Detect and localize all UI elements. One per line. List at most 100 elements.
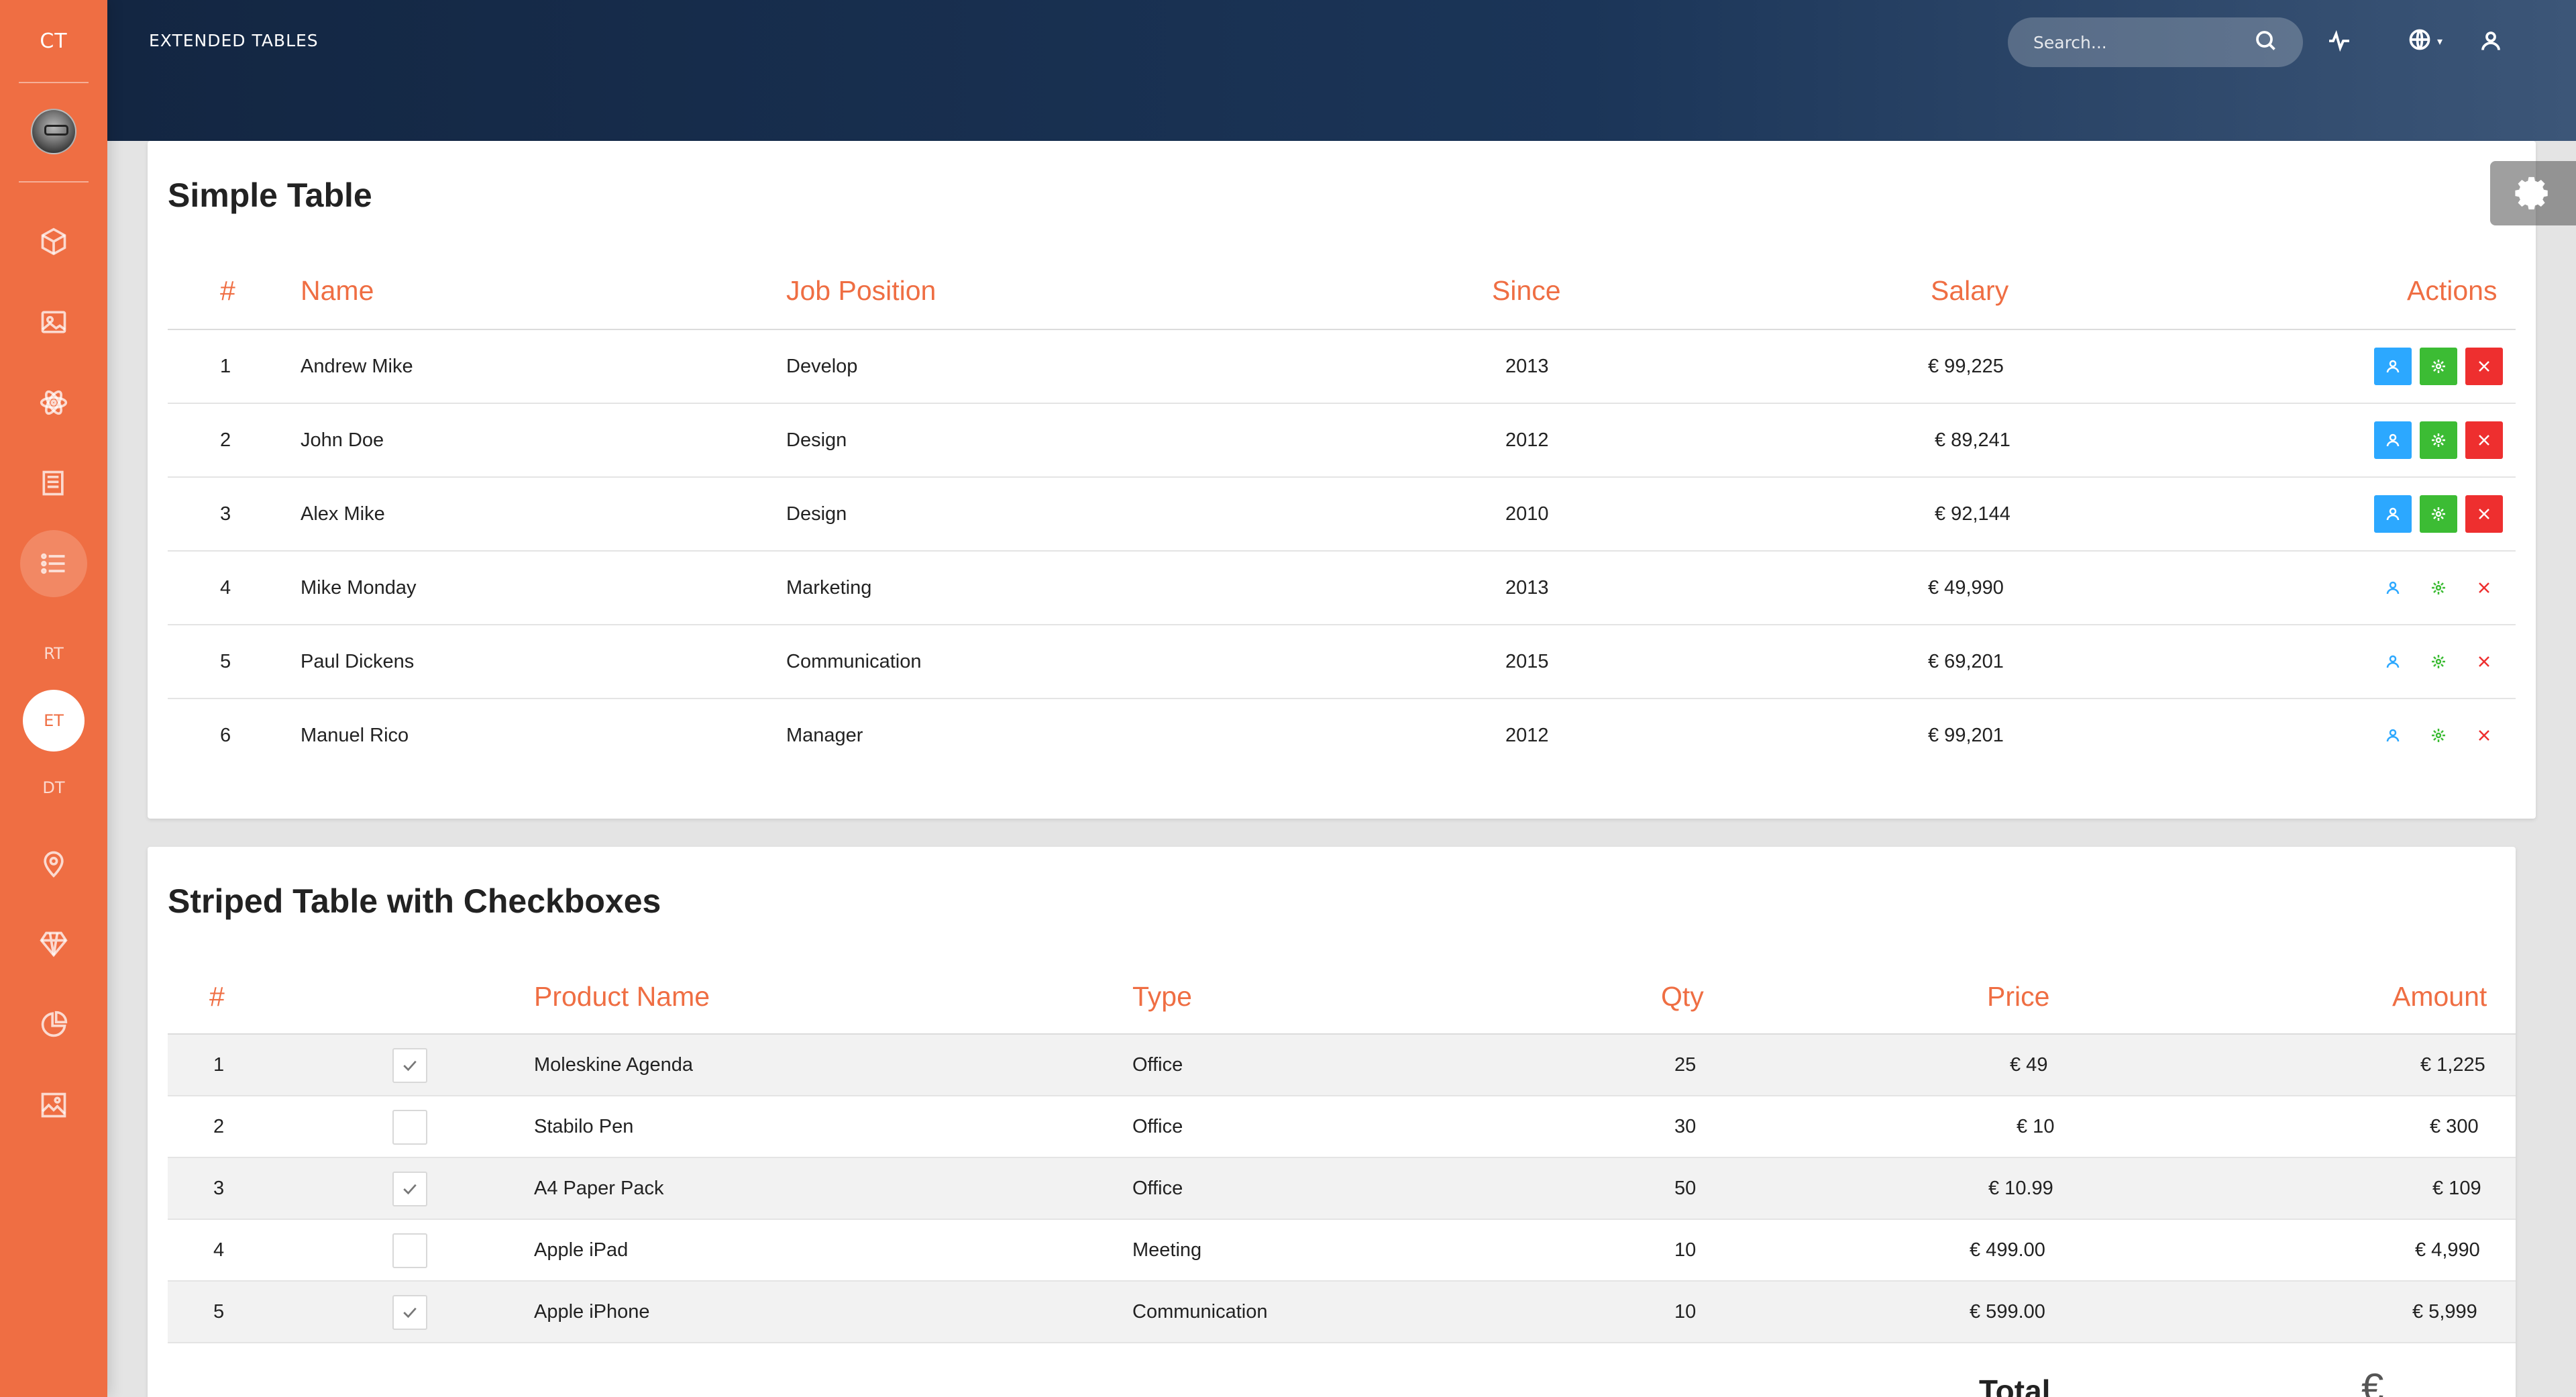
table-row: 4 Mike Monday Marketing 2013 € 49,990 xyxy=(168,552,2516,625)
edit-button[interactable] xyxy=(2420,348,2457,385)
col-header-qty: Qty xyxy=(1661,981,1704,1012)
user-icon xyxy=(2386,655,2400,668)
cell-id: 1 xyxy=(213,1054,225,1076)
list-icon[interactable] xyxy=(20,530,87,597)
table-row: 2 Stabilo Pen Office 30 € 10 € 300 xyxy=(168,1096,2516,1158)
cell-job: Design xyxy=(786,429,847,451)
view-user-button[interactable] xyxy=(2374,643,2412,680)
sidebar-subitem-dt[interactable]: DT xyxy=(0,778,107,797)
cell-product: Stabilo Pen xyxy=(534,1116,634,1137)
cell-qty: 10 xyxy=(1674,1301,1697,1323)
box-icon[interactable] xyxy=(30,218,77,265)
edit-button[interactable] xyxy=(2420,421,2457,459)
search-icon[interactable] xyxy=(2253,28,2277,56)
table-row: 5 Paul Dickens Communication 2015 € 69,2… xyxy=(168,625,2516,699)
simple-table-title: Simple Table xyxy=(168,176,372,214)
col-header-actions: Actions xyxy=(2407,275,2498,306)
diamond-icon[interactable] xyxy=(30,921,77,968)
user-icon[interactable] xyxy=(2474,24,2508,58)
user-icon xyxy=(2386,433,2400,447)
cell-price: € 499.00 xyxy=(1970,1239,2045,1261)
activity-icon[interactable] xyxy=(2322,24,2356,58)
sidebar-divider xyxy=(19,82,89,83)
cell-amount: € 300 xyxy=(2430,1116,2479,1137)
sidebar-logo[interactable]: CT xyxy=(0,0,107,82)
col-header-amount: Amount xyxy=(2392,981,2487,1012)
cell-name: Mike Monday xyxy=(301,577,417,599)
cell-price: € 599.00 xyxy=(1970,1301,2045,1323)
cell-type: Communication xyxy=(1132,1301,1268,1323)
cell-id: 1 xyxy=(220,356,231,377)
cell-qty: 50 xyxy=(1674,1178,1697,1199)
edit-button[interactable] xyxy=(2420,643,2457,680)
delete-button[interactable] xyxy=(2465,495,2503,533)
cell-type: Office xyxy=(1132,1116,1183,1137)
col-header-id: # xyxy=(220,275,235,306)
cell-since: 2012 xyxy=(1505,429,1549,451)
view-user-button[interactable] xyxy=(2374,495,2412,533)
close-icon xyxy=(2479,582,2489,593)
col-header-id: # xyxy=(209,981,225,1012)
row-checkbox[interactable] xyxy=(392,1233,427,1268)
gallery-icon[interactable] xyxy=(30,1082,77,1129)
cell-amount: € 4,990 xyxy=(2415,1239,2480,1261)
edit-button[interactable] xyxy=(2420,495,2457,533)
delete-button[interactable] xyxy=(2465,643,2503,680)
row-checkbox[interactable] xyxy=(392,1172,427,1206)
col-header-price: Price xyxy=(1987,981,2050,1012)
cell-product: Moleskine Agenda xyxy=(534,1054,693,1076)
sidebar-subitem-rt[interactable]: RT xyxy=(0,644,107,663)
striped-table-card: Striped Table with Checkboxes # Product … xyxy=(148,847,2516,1397)
cell-job: Marketing xyxy=(786,577,872,599)
col-header-type: Type xyxy=(1132,981,1192,1012)
document-icon[interactable] xyxy=(30,460,77,507)
table-row: 3 A4 Paper Pack Office 50 € 10.99 € 109 xyxy=(168,1158,2516,1220)
sidebar-subitem-et[interactable]: ET xyxy=(23,690,85,752)
globe-dropdown[interactable]: ▾ xyxy=(2402,24,2449,58)
cell-id: 3 xyxy=(213,1178,225,1199)
table-row: 5 Apple iPhone Communication 10 € 599.00… xyxy=(168,1282,2516,1343)
cell-id: 2 xyxy=(213,1116,225,1137)
row-checkbox[interactable] xyxy=(392,1110,427,1145)
cell-salary: € 69,201 xyxy=(1928,651,2004,672)
edit-icon xyxy=(2432,507,2445,521)
location-pin-icon[interactable] xyxy=(30,840,77,887)
pie-chart-icon[interactable] xyxy=(30,1001,77,1048)
cell-type: Meeting xyxy=(1132,1239,1202,1261)
cell-qty: 25 xyxy=(1674,1054,1697,1076)
close-icon xyxy=(2479,730,2489,741)
view-user-button[interactable] xyxy=(2374,348,2412,385)
edit-button[interactable] xyxy=(2420,569,2457,607)
sidebar-divider xyxy=(19,181,89,183)
user-avatar[interactable] xyxy=(31,109,76,154)
cell-id: 2 xyxy=(220,429,231,451)
edit-button[interactable] xyxy=(2420,717,2457,754)
delete-button[interactable] xyxy=(2465,348,2503,385)
cell-product: A4 Paper Pack xyxy=(534,1178,664,1199)
cell-job: Design xyxy=(786,503,847,525)
view-user-button[interactable] xyxy=(2374,569,2412,607)
search-placeholder: Search... xyxy=(2033,32,2107,52)
cell-id: 6 xyxy=(220,725,231,746)
view-user-button[interactable] xyxy=(2374,421,2412,459)
search-input[interactable]: Search... xyxy=(2008,17,2303,67)
check-icon xyxy=(403,1184,417,1195)
row-checkbox[interactable] xyxy=(392,1295,427,1330)
delete-button[interactable] xyxy=(2465,569,2503,607)
atom-icon[interactable] xyxy=(30,379,77,426)
cell-id: 5 xyxy=(220,651,231,672)
close-icon xyxy=(2479,361,2489,372)
image-icon[interactable] xyxy=(30,299,77,346)
page-title: EXTENDED TABLES xyxy=(149,31,319,50)
row-checkbox[interactable] xyxy=(392,1048,427,1083)
cell-job: Develop xyxy=(786,356,858,377)
delete-button[interactable] xyxy=(2465,717,2503,754)
view-user-button[interactable] xyxy=(2374,717,2412,754)
cell-price: € 10.99 xyxy=(1988,1178,2053,1199)
check-icon xyxy=(403,1060,417,1072)
check-icon xyxy=(403,1307,417,1318)
user-icon xyxy=(2386,581,2400,594)
cell-salary: € 92,144 xyxy=(1935,503,2010,525)
delete-button[interactable] xyxy=(2465,421,2503,459)
settings-button[interactable] xyxy=(2490,161,2576,225)
